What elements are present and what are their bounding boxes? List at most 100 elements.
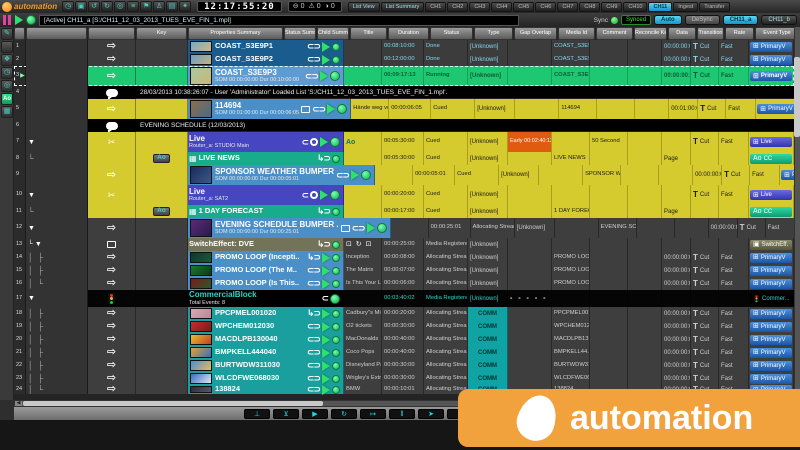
properties-summary-band[interactable]: SPONSOR WEATHER BUMPERSOM 00:00:00:00 Du… (188, 165, 375, 185)
properties-summary-band[interactable]: PROMO LOOP (Is This..⊂⊃ (188, 277, 344, 290)
key-cell[interactable] (136, 238, 188, 251)
event-icon-cell[interactable]: ⇨ (88, 165, 136, 185)
playlist-row[interactable]: 17▼CommercialBlockTotal Events: 8⊂00:03:… (14, 290, 794, 307)
expand-triangle-icon[interactable]: └ ▼ (28, 241, 42, 248)
event-icon-cell[interactable]: ✂ (88, 132, 136, 152)
clock-icon[interactable]: ◷ (1, 67, 13, 79)
event-type-chip-primaryv[interactable]: ⊞PrimaryV (750, 42, 792, 52)
event-type-chip-primaryv[interactable]: ⊞PrimaryV (750, 348, 792, 358)
redo-icon[interactable]: ↻ (101, 1, 113, 12)
properties-summary-band[interactable]: LiveRouter_a: SAT2⊂ (188, 185, 344, 205)
tree-cell[interactable]: │ └ (26, 385, 88, 394)
tab-ch2[interactable]: CH2 (447, 2, 468, 12)
tree-cell[interactable]: │ ├ (26, 251, 88, 264)
vertical-scroll-thumb[interactable] (794, 57, 800, 137)
event-icon-cell[interactable]: ⇨ (88, 359, 136, 372)
tab-ch5[interactable]: CH5 (513, 2, 534, 12)
desync-button[interactable]: DeSync (685, 15, 720, 25)
properties-summary-band[interactable]: COAST_S3E9P3SOM 00:00:00:00 Dur 00:10:00… (188, 66, 344, 86)
tab-list-summary[interactable]: List Summary (381, 2, 425, 12)
playlist-row[interactable]: 2⇨COAST_S3E9P2⊂⊃00:12:00:00Done[Unknown]… (14, 53, 794, 66)
tab-ingest[interactable]: Ingest (673, 2, 698, 12)
event-icon-cell[interactable] (88, 238, 136, 251)
tree-cell[interactable]: │ ├ (26, 372, 88, 385)
auto-button[interactable]: Auto (654, 15, 682, 25)
column-header-Comment[interactable]: Comment (596, 27, 633, 40)
event-type-chip-primaryv[interactable]: ⊞PrimaryV (757, 104, 794, 114)
tab-ch9[interactable]: CH9 (601, 2, 622, 12)
properties-summary-band[interactable]: WPCHEM012030⊂⊃ (188, 320, 344, 333)
playlist-row[interactable]: 10▼✂LiveRouter_a: SAT2⊂00:00:20:00Cued[U… (14, 185, 794, 205)
tab-ch4[interactable]: CH4 (491, 2, 512, 12)
column-header-Gap Overlap[interactable]: Gap Overlap (514, 27, 557, 40)
key-cell[interactable] (136, 99, 188, 119)
playlist-row[interactable]: 18│ ├⇨PPCPMEL001020↳⊃Cadbury''s Mi..00:0… (14, 307, 794, 320)
properties-summary-band[interactable]: ▦1 DAY FORECAST↳⊃ (188, 205, 344, 218)
media-icon[interactable]: ❖ (1, 54, 13, 66)
play-icon[interactable]: ▶ (302, 409, 328, 419)
column-header-Transition[interactable]: Transition (697, 27, 724, 40)
event-icon-cell[interactable]: ⇨ (88, 264, 136, 277)
tree-cell[interactable]: ▼ (26, 218, 88, 238)
expand-triangle-icon[interactable]: ▼ (28, 225, 35, 232)
event-type-chip-live[interactable]: ⊞Live (750, 137, 792, 147)
grid-icon[interactable]: ▦ (1, 106, 13, 118)
playlist-row[interactable]: 9⇨SPONSOR WEATHER BUMPERSOM 00:00:00:00 … (14, 165, 794, 185)
flag-icon[interactable]: ✦ (179, 1, 191, 12)
playlist-row[interactable]: 16│ └⇨PROMO LOOP (Is This..⊂⊃Is This You… (14, 277, 794, 290)
event-type-chip-primaryv[interactable]: ⊞PrimaryV (750, 374, 792, 384)
channel-a-button[interactable]: CH11_a (723, 15, 759, 25)
playlist-row[interactable]: 7▼✂LiveRouter_a: STUDIO Main⊂Ao00:05:30:… (14, 132, 794, 152)
key-cell[interactable] (136, 290, 188, 307)
column-header-Data[interactable]: Data (668, 27, 696, 40)
properties-summary-band[interactable]: COAST_S3E9P2⊂⊃ (188, 53, 344, 66)
playlist-row[interactable]: 11└Ao▦1 DAY FORECAST↳⊃00:00:17:00Cued[Un… (14, 205, 794, 218)
event-type-chip-primaryv[interactable]: ⊞PrimaryV (750, 322, 792, 332)
loop-icon[interactable]: ↻ (331, 409, 357, 419)
bell-icon[interactable]: ⚑ (140, 1, 152, 12)
tree-cell[interactable]: ▼ (26, 132, 88, 152)
tree-cell[interactable]: │ └ (26, 277, 88, 290)
event-type-chip-commercial[interactable]: Commer... (750, 294, 793, 304)
column-header-blank-2[interactable] (88, 27, 135, 40)
audio-ao-icon[interactable]: Ao (1, 93, 13, 105)
key-cell[interactable] (136, 66, 188, 86)
key-cell[interactable]: Ao (136, 205, 188, 218)
event-icon-cell[interactable] (88, 152, 136, 165)
properties-summary-band[interactable]: WLCDFWE068030⊂⊃ (188, 372, 344, 385)
undo-icon[interactable]: ↺ (88, 1, 100, 12)
properties-summary-band[interactable]: BURTWDW311030⊂⊃ (188, 359, 344, 372)
playlist-row[interactable]: 8└Ao▦LIVE NEWS↳⊃00:05:30:00Cued[Unknown]… (14, 152, 794, 165)
playlist-row[interactable]: 23│ ├⇨WLCDFWE068030⊂⊃Wrigley's Extra00:0… (14, 372, 794, 385)
tree-cell[interactable]: │ ├ (26, 264, 88, 277)
channel-b-button[interactable]: CH11_b (761, 15, 797, 25)
key-cell[interactable] (136, 277, 188, 290)
event-type-chip-primaryv[interactable]: ⊞PrimaryV (750, 279, 792, 289)
column-header-Reconcile Key[interactable]: Reconcile Key (634, 27, 667, 40)
playlist-row[interactable]: 14│ ├⇨PROMO LOOP (Incepti..↳⊃Inception00… (14, 251, 794, 264)
playlist-row[interactable]: 5⇨114694SOM 00:01:00:00 Dur 00:00:06:05⊂… (14, 99, 794, 119)
column-header-Media Id[interactable]: Media Id (558, 27, 595, 40)
pause-indicator-icon[interactable] (3, 15, 12, 25)
event-type-chip-primaryv[interactable]: ⊞PrimaryV (750, 309, 792, 319)
tree-cell[interactable] (26, 165, 88, 185)
pause-icon[interactable]: ‖ (389, 409, 415, 419)
expand-triangle-icon[interactable]: ▼ (28, 192, 35, 199)
event-icon-cell[interactable]: ✂ (88, 185, 136, 205)
properties-summary-band[interactable]: SwitchEffect: DVE↳⊃ (188, 238, 344, 251)
tree-cell[interactable]: └ (26, 205, 88, 218)
tab-transfer[interactable]: Transfer (699, 2, 729, 12)
properties-summary-band[interactable]: EVENING SCHEDULE BUMPER .SOM 00:00:00:00… (188, 218, 391, 238)
tree-cell[interactable]: │ ├ (26, 307, 88, 320)
event-icon-cell[interactable]: ⇨ (88, 99, 136, 119)
list-icon[interactable]: ≡ (127, 1, 139, 12)
column-header-Child Summary[interactable]: Child Summary (317, 27, 349, 40)
properties-summary-band[interactable]: BMPKELL444040⊂⊃ (188, 346, 344, 359)
edit-icon[interactable]: ✎ (1, 28, 13, 40)
column-header-Type[interactable]: Type (474, 27, 513, 40)
key-cell[interactable] (136, 385, 188, 394)
event-icon-cell[interactable]: ⇨ (88, 277, 136, 290)
playlist-row[interactable]: 428/03/2013 10:38:26:07 - User 'Administ… (14, 86, 794, 99)
event-type-chip-primaryv[interactable]: ⊞PrimaryV (750, 253, 792, 263)
column-header-Event Type[interactable]: Event Type (755, 27, 794, 40)
